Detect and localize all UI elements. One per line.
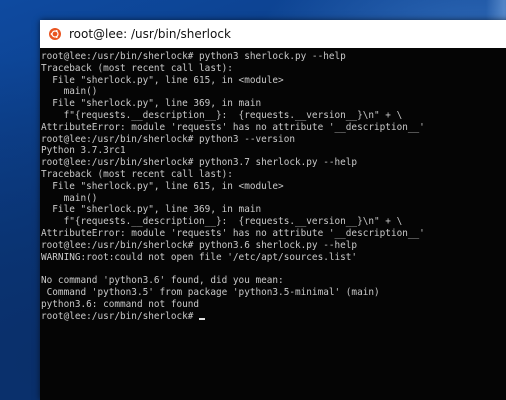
terminal-line: main() bbox=[41, 86, 98, 98]
terminal-line: No command 'python3.6' found, did you me… bbox=[41, 275, 284, 287]
ubuntu-icon bbox=[49, 28, 61, 40]
terminal-line: f"{requests.__description__}: {requests.… bbox=[41, 216, 403, 228]
terminal-prompt: root@lee:/usr/bin/sherlock# bbox=[41, 310, 200, 322]
terminal-prompt-line[interactable]: root@lee:/usr/bin/sherlock# bbox=[41, 311, 506, 323]
terminal-cursor bbox=[199, 317, 206, 320]
terminal-line: root@lee:/usr/bin/sherlock# python3 --ve… bbox=[41, 133, 295, 145]
window-titlebar[interactable]: root@lee: /usr/bin/sherlock bbox=[40, 20, 506, 48]
terminal-line: Traceback (most recent call last): bbox=[41, 168, 233, 180]
terminal-line: Traceback (most recent call last): bbox=[41, 62, 233, 74]
terminal-line: f"{requests.__description__}: {requests.… bbox=[41, 109, 403, 121]
window-title: root@lee: /usr/bin/sherlock bbox=[69, 27, 231, 41]
terminal-line: Python 3.7.3rc1 bbox=[41, 145, 126, 157]
terminal-line: main() bbox=[41, 192, 98, 204]
terminal-line: AttributeError: module 'requests' has no… bbox=[41, 227, 425, 239]
terminal-line: WARNING:root:could not open file '/etc/a… bbox=[41, 251, 358, 263]
terminal-line: File "sherlock.py", line 615, in <module… bbox=[41, 180, 284, 192]
terminal-line: File "sherlock.py", line 369, in main bbox=[41, 204, 262, 216]
terminal-line: AttributeError: module 'requests' has no… bbox=[41, 121, 425, 133]
terminal-line: root@lee:/usr/bin/sherlock# python3 sher… bbox=[41, 51, 346, 62]
terminal-window[interactable]: root@lee: /usr/bin/sherlock root@lee:/us… bbox=[40, 20, 506, 400]
terminal-output[interactable]: root@lee:/usr/bin/sherlock# python3 sher… bbox=[40, 48, 506, 400]
terminal-line: root@lee:/usr/bin/sherlock# python3.7 sh… bbox=[41, 157, 358, 169]
terminal-line: root@lee:/usr/bin/sherlock# python3.6 sh… bbox=[41, 239, 358, 251]
desktop-background: root@lee: /usr/bin/sherlock root@lee:/us… bbox=[0, 0, 506, 400]
terminal-line: python3.6: command not found bbox=[41, 298, 200, 310]
terminal-line: Command 'python3.5' from package 'python… bbox=[41, 286, 380, 298]
terminal-line: File "sherlock.py", line 615, in <module… bbox=[41, 74, 284, 86]
terminal-line: File "sherlock.py", line 369, in main bbox=[41, 98, 262, 110]
